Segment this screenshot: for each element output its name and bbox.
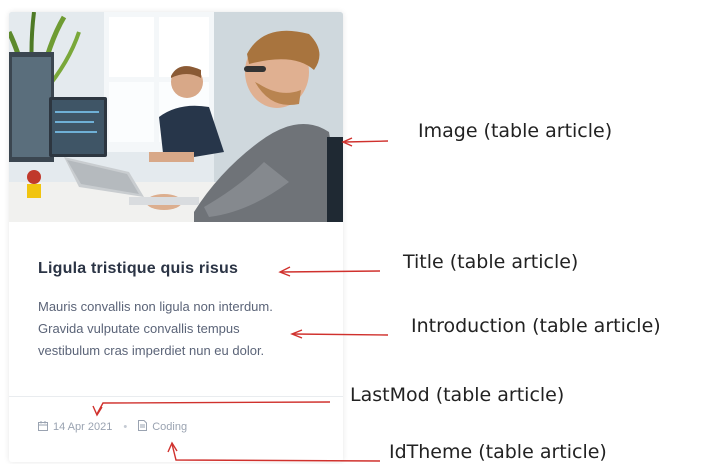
- article-image[interactable]: [9, 12, 343, 222]
- article-category[interactable]: Coding: [152, 421, 187, 433]
- annotation-idtheme: IdTheme (table article): [389, 441, 607, 463]
- intro-line: vestibulum cras imperdiet nun eu dolor.: [38, 343, 265, 358]
- article-card[interactable]: Ligula tristique quis risus Mauris conva…: [9, 12, 343, 462]
- annotation-lastmod: LastMod (table article): [350, 384, 565, 406]
- arrow-image: [344, 140, 389, 143]
- intro-line: Gravida vulputate convallis tempus: [38, 321, 240, 336]
- document-icon: [138, 420, 148, 434]
- intro-line: Mauris convallis non ligula non interdum…: [38, 299, 273, 314]
- article-title[interactable]: Ligula tristique quis risus: [38, 260, 238, 278]
- calendar-icon: [38, 420, 48, 434]
- annotation-title: Title (table article): [403, 251, 579, 273]
- meta-separator: •: [123, 421, 128, 433]
- article-lastmod: 14 Apr 2021: [53, 421, 113, 433]
- annotation-image: Image (table article): [418, 120, 613, 142]
- card-divider: [9, 396, 343, 397]
- office-photo: [9, 12, 343, 222]
- article-introduction: Mauris convallis non ligula non interdum…: [38, 296, 328, 362]
- annotation-introduction: Introduction (table article): [411, 315, 661, 337]
- article-meta: 14 Apr 2021 • Coding: [38, 420, 187, 434]
